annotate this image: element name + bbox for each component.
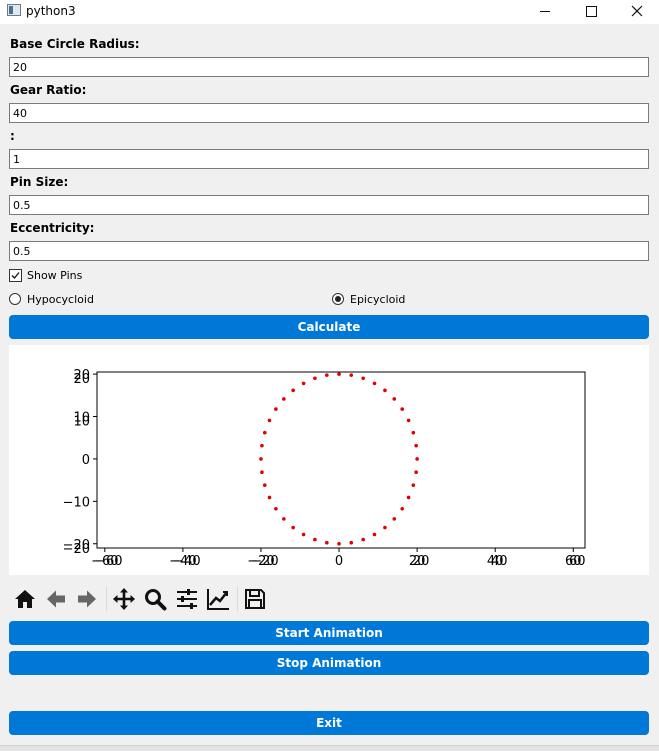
epicycloid-label: Epicycloid [350, 293, 406, 306]
pin-point [400, 506, 405, 511]
maximize-icon [585, 5, 597, 17]
pin-point [259, 457, 263, 461]
pin-point [262, 483, 267, 487]
x-tick-label: 60 [569, 554, 586, 569]
pin-point [301, 381, 306, 386]
pin-point [400, 407, 405, 411]
pin-point [282, 397, 286, 401]
back-icon[interactable] [44, 587, 68, 611]
pin-point [372, 381, 377, 386]
pin-point [260, 470, 264, 475]
start-animation-button[interactable]: Start Animation [9, 621, 649, 645]
minimize-button[interactable] [522, 0, 568, 24]
y-tick-label: 20 [73, 372, 90, 387]
x-tick-label: 40 [491, 554, 508, 569]
pin-point [267, 495, 272, 500]
minimize-icon [540, 10, 550, 12]
toolbar-separator [106, 587, 107, 611]
pin-point [406, 418, 411, 423]
close-icon [631, 5, 643, 17]
epicycloid-radio[interactable] [332, 293, 344, 305]
pin-point [282, 517, 286, 521]
pan-icon[interactable] [112, 587, 136, 611]
configure-subplots-icon[interactable] [175, 587, 199, 611]
window-title: python3 [26, 4, 76, 18]
hypocycloid-label: Hypocycloid [27, 293, 94, 306]
pin-point [325, 540, 329, 545]
pin-point [301, 532, 306, 537]
pin-point [411, 483, 416, 487]
axes-frame [96, 371, 586, 549]
title-bar: python3 [0, 0, 659, 24]
pin-point [291, 388, 295, 393]
pin-point [337, 541, 341, 546]
x-tick-label: −40 [173, 554, 200, 569]
pin-point [361, 537, 365, 542]
maximize-button[interactable] [568, 0, 614, 24]
y-tick-label: −20 [63, 542, 90, 557]
pin-size-input[interactable] [9, 195, 649, 215]
pin-point [406, 495, 411, 500]
pin-point [392, 397, 397, 401]
save-icon[interactable] [243, 587, 267, 611]
show-pins-checkbox[interactable] [9, 269, 22, 282]
edit-axis-icon[interactable] [206, 587, 230, 611]
base-radius-input[interactable] [9, 57, 649, 77]
pin-point [262, 430, 267, 435]
x-tick-label: −20 [251, 554, 278, 569]
show-pins-label: Show Pins [27, 269, 83, 282]
forward-icon[interactable] [75, 587, 99, 611]
pin-point [383, 388, 387, 393]
pin-point [411, 430, 416, 435]
pin-point [349, 373, 354, 377]
pin-point [414, 470, 418, 475]
pin-point [313, 376, 317, 381]
pin-point [372, 532, 377, 537]
close-button[interactable] [614, 0, 659, 24]
y-tick-label: 0 [82, 453, 90, 468]
y-tick-label: 10 [73, 415, 90, 430]
zoom-icon[interactable] [143, 587, 167, 611]
pin-point [274, 506, 278, 511]
base-radius-label: Base Circle Radius: [10, 37, 140, 51]
ratio-denominator-input[interactable] [9, 149, 649, 169]
pin-point [383, 525, 387, 530]
pin-point [337, 372, 341, 376]
pin-point [392, 517, 397, 521]
checkmark-icon [11, 272, 20, 279]
eccentricity-label: Eccentricity: [10, 221, 95, 235]
x-tick-label: 0 [335, 554, 343, 569]
scatter-plot: −60−60 −40−40 −20−20 0 2020 4040 6060−20−20−10… [63, 368, 586, 569]
y-tick-label: −10 [63, 495, 90, 510]
calculate-button[interactable]: Calculate [9, 315, 649, 339]
pin-point [291, 525, 295, 530]
pin-point [349, 540, 354, 545]
home-icon[interactable] [13, 587, 37, 611]
toolbar-separator [237, 587, 238, 611]
pin-point [361, 376, 365, 381]
hypocycloid-radio[interactable] [9, 293, 21, 305]
pin-point [313, 537, 317, 542]
pin-point [414, 443, 418, 448]
pin-point [415, 457, 419, 461]
gear-ratio-input[interactable] [9, 103, 649, 123]
ratio-separator-label: : [10, 129, 15, 143]
pin-point [260, 443, 264, 448]
pin-point [274, 407, 278, 411]
exit-button[interactable]: Exit [9, 711, 649, 735]
pin-point [325, 373, 329, 377]
python-window-icon [7, 4, 21, 16]
x-tick-label: −60 [95, 554, 122, 569]
gear-ratio-label: Gear Ratio: [10, 83, 87, 97]
eccentricity-input[interactable] [9, 241, 649, 261]
plot-canvas[interactable]: −60 −60 −40 −40 −20 −20 0 20 20 40 40 60 60 −20 −20 −10… [9, 345, 649, 575]
pin-point [267, 418, 272, 423]
window-bottom-edge [0, 745, 659, 751]
pin-size-label: Pin Size: [10, 175, 69, 189]
x-tick-label: 20 [413, 554, 430, 569]
stop-animation-button[interactable]: Stop Animation [9, 651, 649, 675]
